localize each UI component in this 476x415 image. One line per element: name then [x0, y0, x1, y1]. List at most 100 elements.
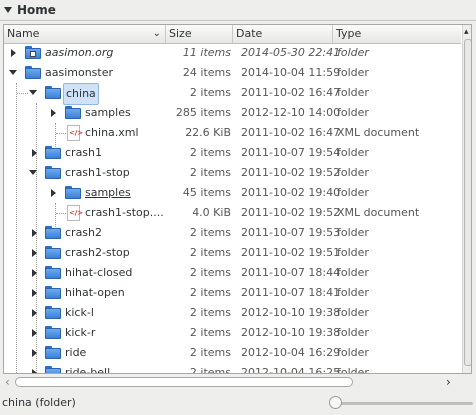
- scroll-left-icon[interactable]: ‹: [5, 375, 10, 389]
- row-type: folder: [337, 166, 369, 179]
- row-date: 2011-10-02 19:52: [241, 166, 341, 179]
- row-size: 2 items: [189, 226, 231, 239]
- expander-collapsed-icon[interactable]: [31, 149, 38, 157]
- tree-row[interactable]: kick-r 2 items 2012-10-10 19:38 folder: [4, 323, 461, 343]
- row-name: ride: [65, 346, 87, 359]
- row-type: folder: [337, 106, 369, 119]
- expander-collapsed-icon[interactable]: [31, 309, 38, 317]
- row-size: 2 items: [189, 166, 231, 179]
- row-name: samples: [85, 106, 131, 119]
- column-type[interactable]: Type: [333, 25, 461, 43]
- zoom-slider-handle[interactable]: [329, 396, 342, 409]
- tree-row-selected[interactable]: china 2 items 2011-10-02 16:47 folder: [4, 83, 461, 105]
- row-name: ride-bell: [65, 366, 111, 374]
- column-date[interactable]: Date: [233, 25, 333, 43]
- column-size[interactable]: Size: [166, 25, 233, 43]
- row-date: 2011-10-02 16:47: [241, 126, 341, 139]
- tree-row[interactable]: hihat-closed 2 items 2011-10-07 18:44 fo…: [4, 263, 461, 283]
- folder-icon: [45, 146, 61, 159]
- expander-collapsed-icon[interactable]: [31, 249, 38, 257]
- row-date: 2012-10-10 19:38: [241, 306, 341, 319]
- row-size: 2 items: [189, 326, 231, 339]
- folder-icon: [45, 246, 61, 259]
- tree-row[interactable]: ride-bell 2 items 2012-10-04 16:25 folde…: [4, 363, 461, 374]
- row-type: XML document: [337, 206, 420, 219]
- folder-icon: [45, 286, 61, 299]
- tree-row[interactable]: samples 285 items 2012-12-10 14:00 folde…: [4, 103, 461, 123]
- zoom-slider[interactable]: [329, 396, 473, 409]
- tree-row[interactable]: crash1-stop 2 items 2011-10-02 19:52 fol…: [4, 163, 461, 183]
- expander-collapsed-icon[interactable]: [50, 189, 57, 197]
- row-type: folder: [337, 306, 369, 319]
- expander-collapsed-icon[interactable]: [31, 289, 38, 297]
- row-type: folder: [337, 226, 369, 239]
- folder-icon: [65, 186, 81, 199]
- collapse-caret-icon[interactable]: [4, 7, 12, 13]
- row-name: crash1-stop: [65, 166, 130, 179]
- vertical-scroll-thumb[interactable]: [464, 39, 471, 366]
- row-date: 2011-10-07 18:44: [241, 266, 341, 279]
- row-type: folder: [337, 266, 369, 279]
- scroll-right-icon[interactable]: ›: [446, 375, 451, 389]
- tree-row[interactable]: </> china.xml 22.6 KiB 2011-10-02 16:47 …: [4, 123, 461, 143]
- row-name: hihat-closed: [65, 266, 133, 279]
- tree-row[interactable]: hihat-open 2 items 2011-10-07 18:41 fold…: [4, 283, 461, 303]
- expander-collapsed-icon[interactable]: [31, 349, 38, 357]
- folder-icon: [45, 86, 61, 99]
- expander-collapsed-icon[interactable]: [31, 229, 38, 237]
- location-header: Home: [0, 0, 476, 22]
- row-type: folder: [337, 46, 369, 59]
- folder-icon: [45, 366, 61, 373]
- location-title: Home: [17, 3, 56, 17]
- tree-row[interactable]: kick-l 2 items 2012-10-10 19:38 folder: [4, 303, 461, 323]
- row-name: crash1: [65, 146, 103, 159]
- column-name[interactable]: Name ⌄: [4, 25, 166, 43]
- column-date-label: Date: [236, 27, 263, 40]
- row-name: aasimonster: [45, 66, 114, 79]
- expander-expanded-icon[interactable]: [29, 169, 37, 176]
- row-size: 2 items: [189, 366, 231, 374]
- row-name: china: [63, 83, 99, 105]
- tree-row[interactable]: ride 2 items 2012-10-04 16:29 folder: [4, 343, 461, 363]
- scroll-up-icon[interactable]: ▴: [464, 27, 469, 37]
- tree-row[interactable]: aasimonster 24 items 2014-10-04 11:59 fo…: [4, 63, 461, 83]
- expander-expanded-icon[interactable]: [29, 89, 37, 96]
- row-type: folder: [337, 186, 369, 199]
- row-type: folder: [337, 326, 369, 339]
- row-date: 2011-10-07 18:41: [241, 286, 341, 299]
- column-size-label: Size: [169, 27, 192, 40]
- row-size: 2 items: [189, 266, 231, 279]
- horizontal-scroll-thumb[interactable]: [15, 377, 353, 387]
- row-size: 45 items: [182, 186, 231, 199]
- row-size: 11 items: [182, 46, 231, 59]
- sort-chevron-icon: ⌄: [152, 28, 161, 39]
- tree-row[interactable]: crash2-stop 2 items 2011-10-02 19:51 fol…: [4, 243, 461, 263]
- row-size: 22.6 KiB: [185, 126, 231, 139]
- row-size: 2 items: [189, 86, 231, 99]
- expander-collapsed-icon[interactable]: [10, 49, 17, 57]
- expander-collapsed-icon[interactable]: [50, 109, 57, 117]
- tree-row[interactable]: crash1 2 items 2011-10-07 19:54 folder: [4, 143, 461, 163]
- status-text: china (folder): [2, 396, 76, 409]
- row-type: folder: [337, 286, 369, 299]
- folder-icon: [45, 166, 61, 179]
- row-size: 4.0 KiB: [192, 206, 231, 219]
- file-tree-view[interactable]: Name ⌄ Size Date Type aasimon.org 11 ite…: [3, 24, 472, 374]
- xml-file-icon: </>: [67, 125, 83, 141]
- row-size: 2 items: [189, 306, 231, 319]
- tree-row[interactable]: aasimon.org 11 items 2014-05-30 22:41 fo…: [4, 43, 461, 63]
- row-name: kick-l: [65, 306, 94, 319]
- row-size: 2 items: [189, 246, 231, 259]
- tree-row[interactable]: crash2 2 items 2011-10-07 19:53 folder: [4, 223, 461, 243]
- vertical-scrollbar[interactable]: ▴: [462, 25, 471, 373]
- tree-row[interactable]: samples 45 items 2011-10-02 19:40 folder: [4, 183, 461, 203]
- expander-collapsed-icon[interactable]: [31, 269, 38, 277]
- tree-row[interactable]: </> crash1-stop.... 4.0 KiB 2011-10-02 1…: [4, 203, 461, 223]
- horizontal-scrollbar[interactable]: ‹ ›: [3, 374, 472, 390]
- expander-collapsed-icon[interactable]: [31, 329, 38, 337]
- row-name: china.xml: [85, 126, 139, 139]
- expander-expanded-icon[interactable]: [9, 69, 17, 76]
- folder-icon: [45, 306, 61, 319]
- row-size: 2 items: [189, 146, 231, 159]
- row-type: folder: [337, 86, 369, 99]
